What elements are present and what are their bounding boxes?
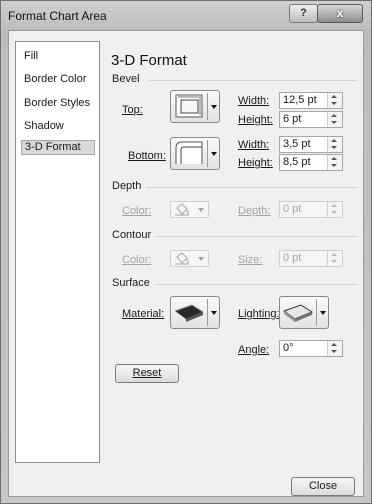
panel-title: 3-D Format bbox=[111, 52, 187, 69]
top-width-input[interactable]: 12,5 pt bbox=[279, 92, 343, 109]
help-icon: ? bbox=[300, 7, 307, 19]
paint-bucket-icon bbox=[175, 203, 189, 216]
chevron-down-icon bbox=[211, 105, 217, 109]
depth-color-label: Color: bbox=[122, 205, 152, 217]
top-bevel-dropdown[interactable] bbox=[170, 90, 220, 123]
bevel-divider bbox=[149, 80, 357, 81]
lighting-preview-icon bbox=[282, 304, 314, 322]
spin-down-icon bbox=[331, 350, 337, 353]
contour-color-label: Color: bbox=[122, 254, 152, 266]
angle-input[interactable]: 0° bbox=[279, 340, 343, 357]
reset-button[interactable]: Reset bbox=[115, 364, 179, 383]
material-label: Material: bbox=[122, 308, 165, 320]
spin-up-icon bbox=[331, 95, 337, 98]
top-height-label: Height: bbox=[238, 114, 273, 126]
help-button[interactable]: ? bbox=[289, 4, 318, 23]
sidebar-item-fill[interactable]: Fill bbox=[21, 49, 95, 64]
contour-size-label: Size: bbox=[238, 254, 263, 266]
chevron-down-icon bbox=[320, 311, 326, 315]
sidebar-item-border-color[interactable]: Border Color bbox=[21, 72, 95, 87]
spin-down-icon bbox=[331, 211, 337, 214]
window-title: Format Chart Area bbox=[8, 9, 107, 23]
spin-down-icon bbox=[331, 146, 337, 149]
depth-divider bbox=[146, 187, 357, 188]
chevron-down-icon bbox=[198, 257, 204, 261]
spin-down-icon bbox=[331, 260, 337, 263]
spin-up-icon bbox=[331, 253, 337, 256]
contour-size-spinner[interactable] bbox=[327, 251, 342, 266]
bottom-height-input[interactable]: 8,5 pt bbox=[279, 154, 343, 171]
depth-group-label: Depth bbox=[112, 180, 142, 192]
surface-group-label: Surface bbox=[112, 277, 150, 289]
spin-up-icon bbox=[331, 114, 337, 117]
depth-label: Depth: bbox=[238, 205, 271, 217]
top-width-spinner[interactable] bbox=[327, 93, 342, 108]
sidebar-item-shadow[interactable]: Shadow bbox=[21, 119, 95, 134]
top-width-label: Width: bbox=[238, 95, 270, 107]
spin-down-icon bbox=[331, 164, 337, 167]
close-button[interactable]: Close bbox=[291, 477, 355, 496]
close-icon: x bbox=[336, 6, 344, 20]
format-chart-area-dialog: Format Chart Area ? x Fill Border Color … bbox=[0, 0, 372, 504]
depth-input[interactable]: 0 pt bbox=[279, 201, 343, 218]
bottom-width-spinner[interactable] bbox=[327, 137, 342, 152]
angle-label: Angle: bbox=[238, 344, 270, 356]
bevel-bottom-preview-icon bbox=[175, 141, 203, 164]
contour-color-button[interactable] bbox=[170, 250, 209, 267]
surface-divider bbox=[156, 284, 357, 285]
bevel-group-label: Bevel bbox=[112, 73, 140, 85]
chevron-down-icon bbox=[211, 311, 217, 315]
dialog-body: Fill Border Color Border Styles Shadow 3… bbox=[8, 30, 364, 497]
bottom-bevel-dropdown[interactable] bbox=[170, 137, 220, 170]
bottom-width-input[interactable]: 3,5 pt bbox=[279, 136, 343, 153]
bottom-width-label: Width: bbox=[238, 139, 270, 151]
contour-divider bbox=[156, 236, 357, 237]
material-preview-icon bbox=[174, 304, 204, 322]
title-bar[interactable]: Format Chart Area ? x bbox=[1, 1, 371, 31]
spin-down-icon bbox=[331, 121, 337, 124]
contour-size-input[interactable]: 0 pt bbox=[279, 250, 343, 267]
close-window-button[interactable]: x bbox=[317, 4, 363, 23]
lighting-dropdown[interactable] bbox=[279, 296, 329, 329]
chevron-down-icon bbox=[211, 152, 217, 156]
contour-group-label: Contour bbox=[112, 229, 152, 241]
top-bevel-label: Top: bbox=[122, 104, 143, 116]
depth-spinner[interactable] bbox=[327, 202, 342, 217]
spin-down-icon bbox=[331, 102, 337, 105]
bottom-bevel-label: Bottom: bbox=[128, 150, 166, 162]
bottom-height-label: Height: bbox=[238, 157, 273, 169]
chevron-down-icon bbox=[198, 208, 204, 212]
top-height-input[interactable]: 6 pt bbox=[279, 111, 343, 128]
spin-up-icon bbox=[331, 343, 337, 346]
lighting-label: Lighting: bbox=[238, 308, 280, 320]
bottom-height-spinner[interactable] bbox=[327, 155, 342, 170]
bevel-top-preview-icon bbox=[175, 94, 203, 118]
material-dropdown[interactable] bbox=[170, 296, 220, 329]
top-height-spinner[interactable] bbox=[327, 112, 342, 127]
angle-spinner[interactable] bbox=[327, 341, 342, 356]
sidebar-item-border-styles[interactable]: Border Styles bbox=[21, 96, 95, 111]
paint-bucket-icon bbox=[175, 252, 189, 265]
depth-color-button[interactable] bbox=[170, 201, 209, 218]
spin-up-icon bbox=[331, 204, 337, 207]
category-list: Fill Border Color Border Styles Shadow 3… bbox=[15, 41, 100, 463]
spin-up-icon bbox=[331, 157, 337, 160]
spin-up-icon bbox=[331, 139, 337, 142]
sidebar-item-3d-format[interactable]: 3-D Format bbox=[21, 140, 95, 155]
